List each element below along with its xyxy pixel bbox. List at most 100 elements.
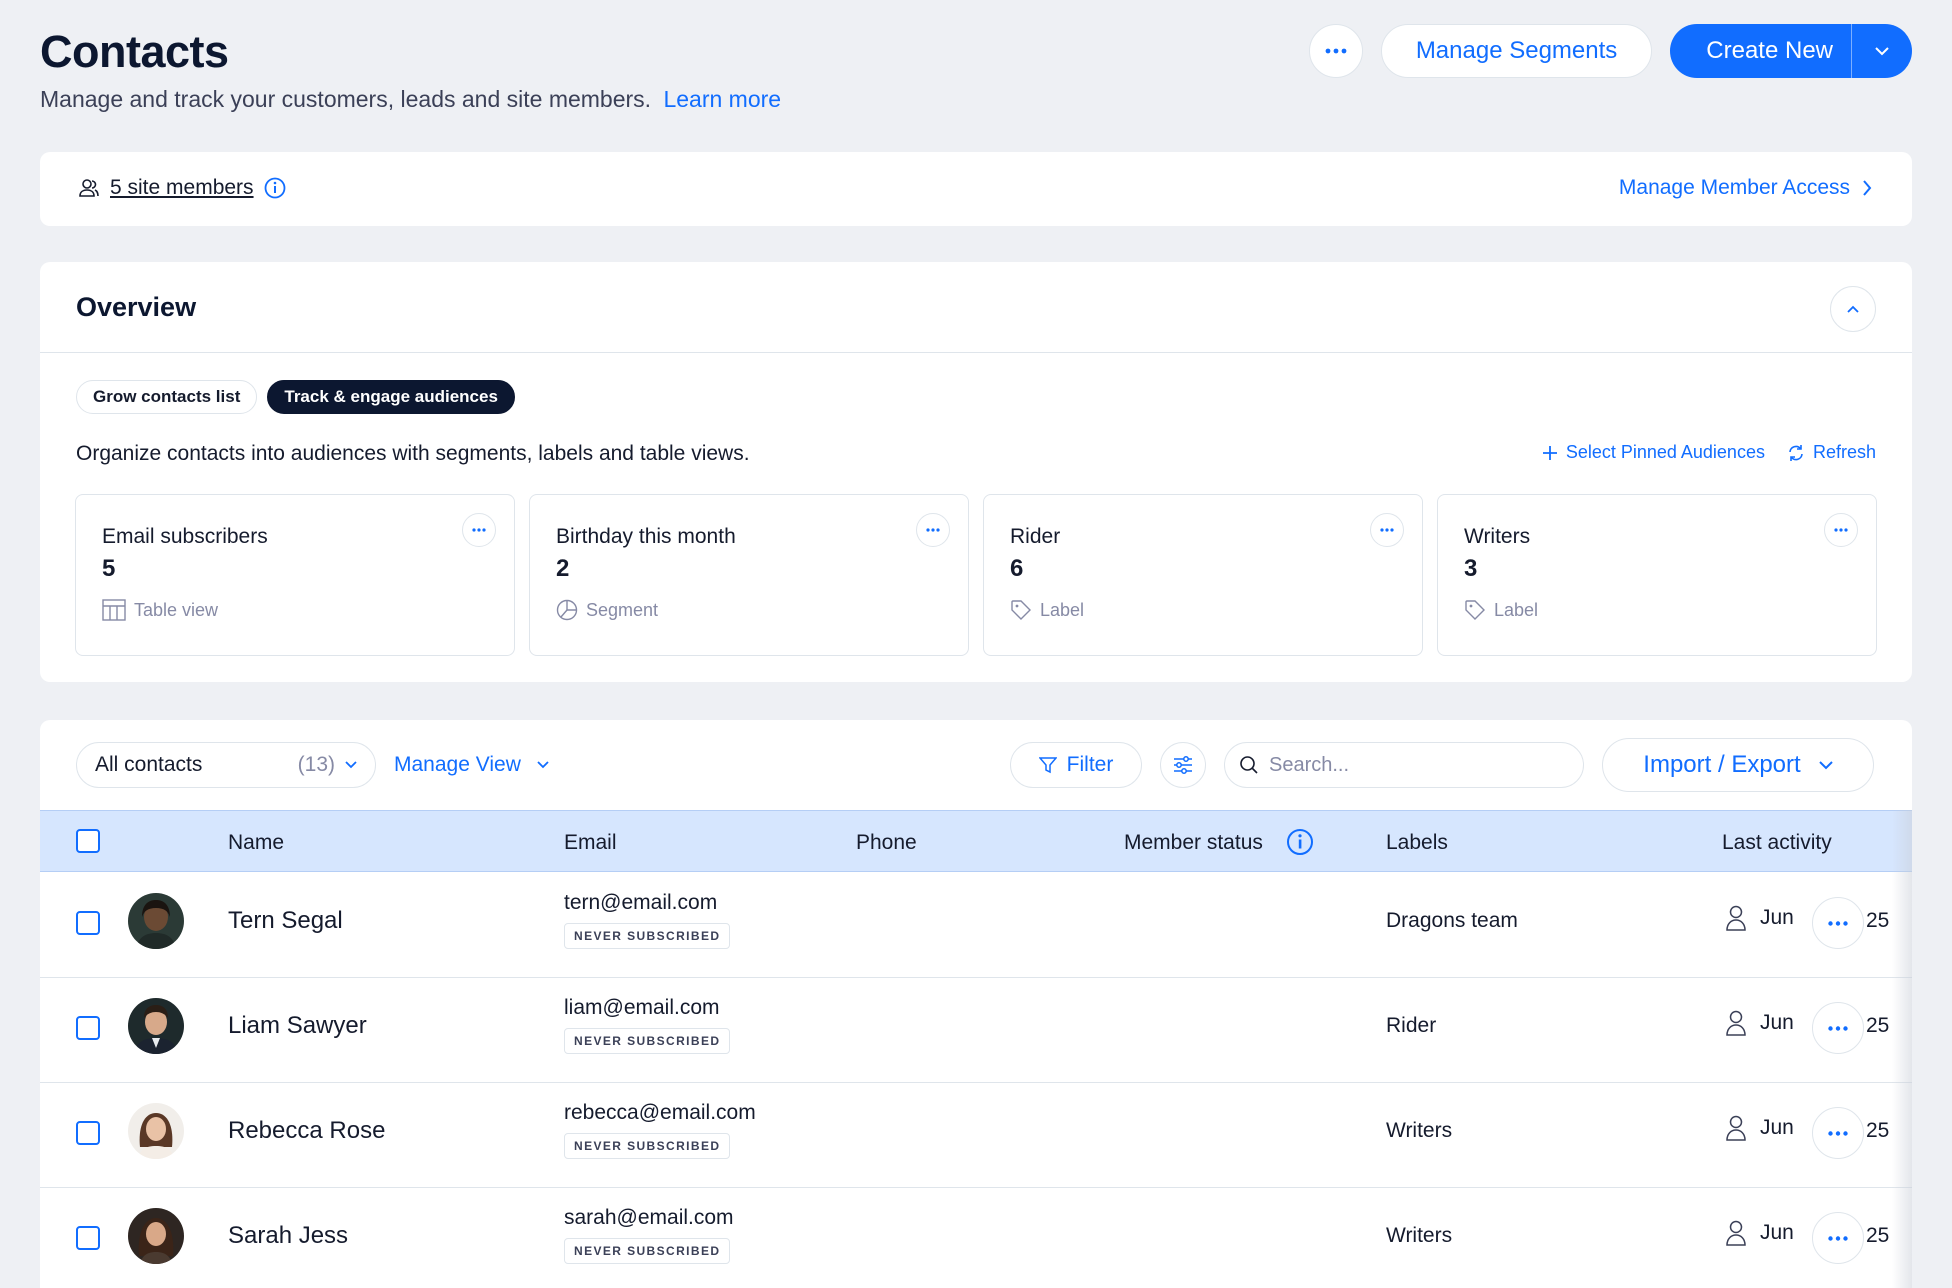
search-input[interactable] xyxy=(1269,753,1569,777)
avatar xyxy=(128,893,184,949)
chevron-down-icon xyxy=(1818,760,1833,769)
table-row[interactable]: Liam Sawyer liam@email.com NEVER SUBSCRI… xyxy=(40,978,1912,1083)
audience-cards: Email subscribers 5 Table view Birthday … xyxy=(75,494,1877,656)
overview-panel: Overview Grow contacts list Track & enga… xyxy=(40,262,1912,682)
select-all-checkbox[interactable] xyxy=(76,829,100,853)
card-more-button[interactable] xyxy=(462,513,496,547)
refresh-label[interactable]: Refresh xyxy=(1813,442,1876,463)
column-header-last-activity[interactable]: Last activity xyxy=(1722,831,1832,855)
subscription-badge: NEVER SUBSCRIBED xyxy=(564,1133,731,1159)
column-header-email[interactable]: Email xyxy=(564,831,617,855)
contact-name[interactable]: Liam Sawyer xyxy=(228,1012,367,1040)
last-activity: Jun xyxy=(1726,905,1794,931)
site-members-info: 5 site members xyxy=(78,176,286,200)
column-header-member-status[interactable]: Member status xyxy=(1124,831,1263,855)
search-field[interactable] xyxy=(1224,742,1584,788)
tab-grow-contacts[interactable]: Grow contacts list xyxy=(76,380,258,414)
last-activity-year: 25 xyxy=(1866,909,1890,932)
site-members-link[interactable]: 5 site members xyxy=(110,176,254,200)
card-type-label: Segment xyxy=(586,599,659,620)
manage-view-button[interactable]: Manage View xyxy=(394,742,549,788)
contact-email: liam@email.com xyxy=(564,996,720,1019)
card-count: 3 xyxy=(1464,555,1478,582)
row-checkbox[interactable] xyxy=(76,1226,100,1250)
row-checkbox[interactable] xyxy=(76,1016,100,1040)
view-select[interactable]: All contacts (13) xyxy=(76,742,376,788)
refresh-button[interactable]: Refresh xyxy=(1787,442,1876,463)
card-more-button[interactable] xyxy=(916,513,950,547)
card-title: Rider xyxy=(1010,525,1061,548)
manage-view-label[interactable]: Manage View xyxy=(394,753,521,777)
audience-card[interactable]: Email subscribers 5 Table view xyxy=(75,494,515,656)
header-actions: Manage Segments Create New xyxy=(1308,24,1912,78)
card-count: 5 xyxy=(102,555,116,582)
customize-columns-button[interactable] xyxy=(1160,742,1206,788)
chevron-up-icon xyxy=(1847,305,1859,313)
create-new-label[interactable]: Create New xyxy=(1670,24,1851,78)
tag-icon xyxy=(1011,600,1031,620)
tab-track-engage[interactable]: Track & engage audiences xyxy=(267,380,515,414)
row-more-button[interactable] xyxy=(1812,1212,1864,1264)
table-row[interactable]: Sarah Jess sarah@email.com NEVER SUBSCRI… xyxy=(40,1188,1912,1288)
create-new-button[interactable]: Create New xyxy=(1670,24,1912,78)
info-icon[interactable] xyxy=(1286,828,1314,856)
card-count: 6 xyxy=(1010,555,1024,582)
column-header-phone[interactable]: Phone xyxy=(856,831,917,855)
sliders-icon xyxy=(1174,756,1192,774)
row-checkbox[interactable] xyxy=(76,911,100,935)
contact-label: Writers xyxy=(1386,1224,1453,1247)
site-members-bar: 5 site members Manage Member Access xyxy=(40,152,1912,226)
filter-label[interactable]: Filter xyxy=(1067,753,1114,777)
column-header-labels[interactable]: Labels xyxy=(1386,831,1448,855)
page-header: Contacts Manage and track your customers… xyxy=(40,22,1912,122)
view-count: (13) xyxy=(297,753,335,776)
info-icon[interactable] xyxy=(264,177,286,199)
pie-icon xyxy=(556,599,578,621)
manage-member-access-link[interactable]: Manage Member Access xyxy=(1619,176,1872,200)
table-row[interactable]: Rebecca Rose rebecca@email.com NEVER SUB… xyxy=(40,1083,1912,1188)
row-more-button[interactable] xyxy=(1812,897,1864,949)
import-export-button[interactable]: Import / Export xyxy=(1602,738,1874,792)
more-actions-button[interactable] xyxy=(1308,24,1363,78)
overview-actions: Select Pinned Audiences Refresh xyxy=(1542,442,1876,463)
more-icon xyxy=(1828,1130,1848,1136)
manage-member-access-label[interactable]: Manage Member Access xyxy=(1619,176,1850,200)
audience-card[interactable]: Birthday this month 2 Segment xyxy=(529,494,969,656)
more-icon xyxy=(1828,1235,1848,1241)
select-pinned-audiences-button[interactable]: Select Pinned Audiences xyxy=(1542,442,1765,463)
last-activity-year: 25 xyxy=(1866,1014,1890,1037)
audience-card[interactable]: Rider 6 Label xyxy=(983,494,1423,656)
card-more-button[interactable] xyxy=(1370,513,1404,547)
table-row[interactable]: Tern Segal tern@email.com NEVER SUBSCRIB… xyxy=(40,873,1912,978)
card-title: Birthday this month xyxy=(556,525,736,548)
filter-button[interactable]: Filter xyxy=(1010,742,1142,788)
overview-divider xyxy=(40,352,1912,353)
contact-email: sarah@email.com xyxy=(564,1206,734,1229)
create-new-dropdown[interactable] xyxy=(1852,24,1912,78)
row-checkbox[interactable] xyxy=(76,1121,100,1145)
chevron-right-icon xyxy=(1863,180,1872,196)
contact-name[interactable]: Sarah Jess xyxy=(228,1222,348,1250)
contact-name[interactable]: Tern Segal xyxy=(228,907,343,935)
more-icon xyxy=(472,528,486,532)
learn-more-link[interactable]: Learn more xyxy=(663,86,781,112)
card-more-button[interactable] xyxy=(1824,513,1858,547)
members-icon xyxy=(79,179,99,197)
contact-name[interactable]: Rebecca Rose xyxy=(228,1117,385,1145)
last-activity-date: Jun xyxy=(1760,1221,1794,1244)
select-pinned-label[interactable]: Select Pinned Audiences xyxy=(1566,442,1765,463)
audience-card[interactable]: Writers 3 Label xyxy=(1437,494,1877,656)
contact-label: Dragons team xyxy=(1386,909,1518,932)
last-activity-date: Jun xyxy=(1760,906,1794,929)
card-type: Table view xyxy=(102,599,218,621)
collapse-overview-button[interactable] xyxy=(1830,286,1876,332)
contacts-table-panel: All contacts (13) Manage View Filter Imp… xyxy=(40,720,1912,1288)
column-header-name[interactable]: Name xyxy=(228,831,284,855)
row-more-button[interactable] xyxy=(1812,1002,1864,1054)
more-icon xyxy=(1380,528,1394,532)
more-icon xyxy=(1834,528,1848,532)
manage-segments-button[interactable]: Manage Segments xyxy=(1380,24,1653,78)
row-more-button[interactable] xyxy=(1812,1107,1864,1159)
import-export-label[interactable]: Import / Export xyxy=(1643,751,1800,779)
view-select-value: All contacts xyxy=(95,753,203,776)
